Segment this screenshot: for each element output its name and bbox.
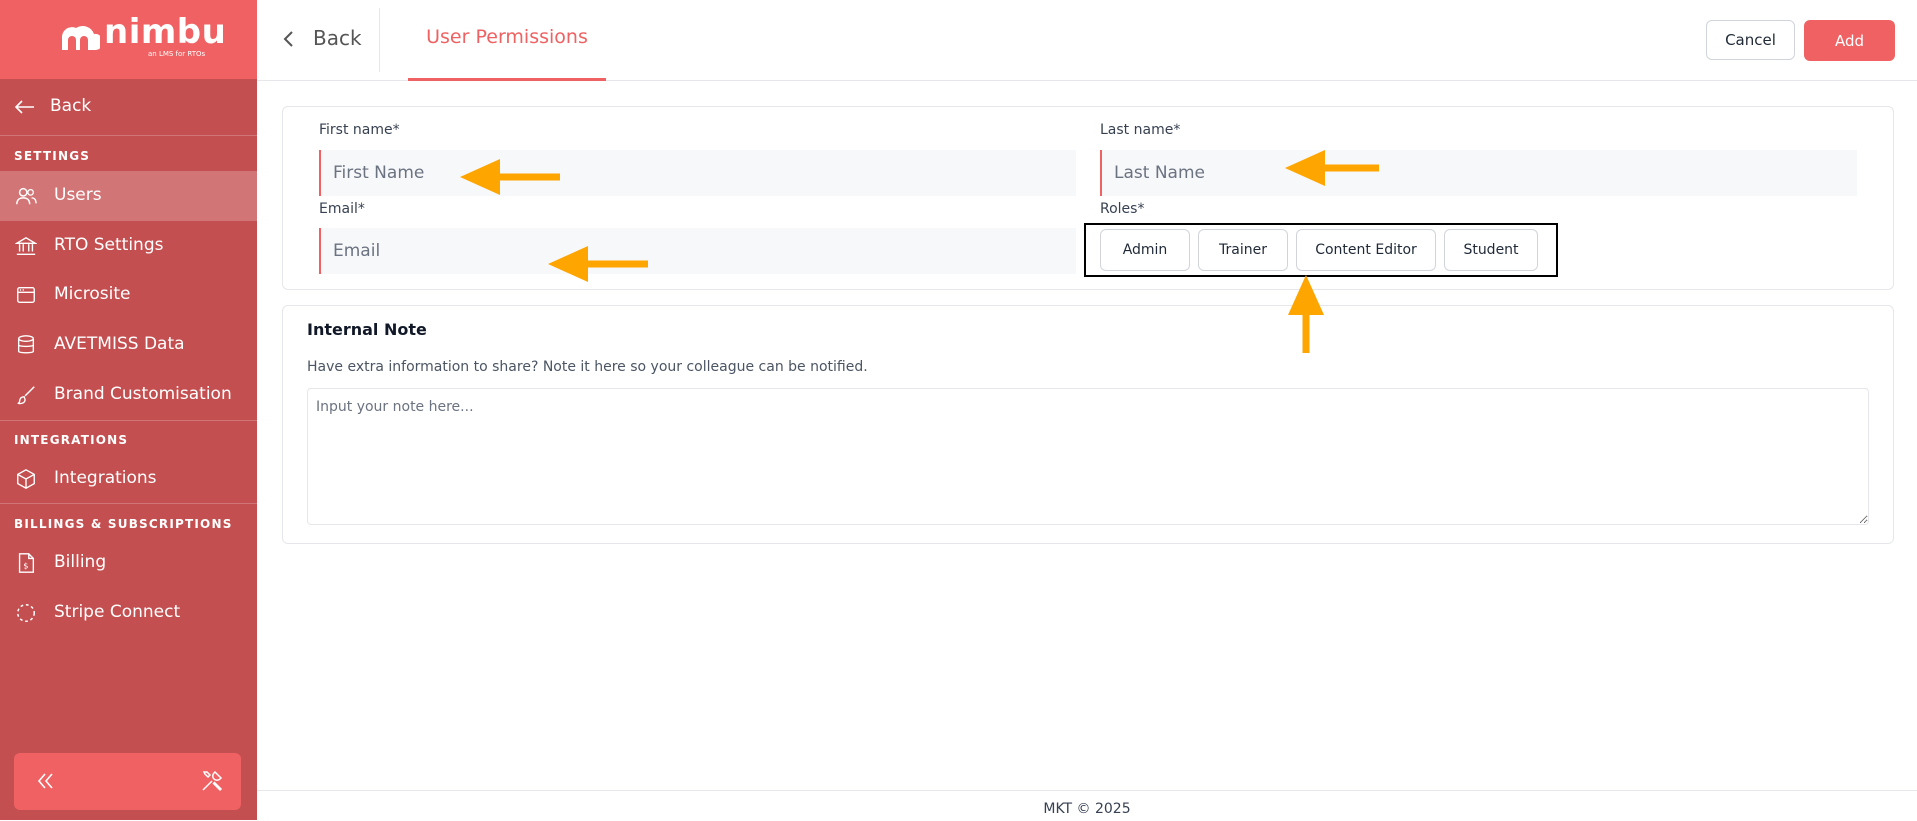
sidebar-section-integrations: INTEGRATIONS [14,433,129,447]
paintbrush-icon [17,386,35,405]
sidebar-item-microsite[interactable]: Microsite [0,270,257,320]
brand-tagline: an LMS for RTOs [148,50,206,58]
topbar: Back User Permissions Cancel Add [257,0,1917,81]
sidebar-item-label: Stripe Connect [54,602,181,622]
sidebar-item-label: RTO Settings [54,235,164,255]
email-input[interactable] [319,228,1076,274]
last-name-label: Last name* [1100,122,1181,138]
sidebar-back-link[interactable]: Back [0,88,257,126]
dashed-circle-icon [17,604,35,622]
chevron-left-icon [283,31,293,47]
database-icon [17,335,35,354]
sidebar-bottom-bar [14,753,241,810]
sidebar-back-label: Back [50,96,92,116]
sidebar-item-integrations[interactable]: Integrations [0,454,257,504]
tools-icon[interactable] [200,769,224,793]
annotation-arrow-left-icon [548,246,648,282]
role-trainer-button[interactable]: Trainer [1198,229,1288,271]
sidebar-item-label: AVETMISS Data [54,334,185,354]
role-content-editor-button[interactable]: Content Editor [1296,229,1436,271]
browser-window-icon [17,286,35,304]
footer-copyright: MKT © 2025 [1043,801,1131,817]
roles-label: Roles* [1100,201,1145,217]
topbar-separator [379,8,380,72]
arrow-left-icon [14,100,34,114]
last-name-input[interactable] [1100,150,1857,196]
add-button[interactable]: Add [1804,20,1895,61]
internal-note-help: Have extra information to share? Note it… [307,359,868,375]
internal-note-textarea[interactable] [307,388,1869,525]
sidebar-section-settings: SETTINGS [14,149,91,163]
cancel-button[interactable]: Cancel [1706,20,1795,60]
svg-text:$: $ [23,561,28,571]
sidebar-divider [0,503,257,504]
sidebar-item-stripe-connect[interactable]: Stripe Connect [0,588,257,638]
logo-area: nimbu an LMS for RTOs [0,0,257,79]
role-student-button[interactable]: Student [1444,229,1538,271]
sidebar-item-label: Billing [54,552,107,572]
annotation-arrow-left-icon [460,159,560,195]
sidebar-item-label: Integrations [54,468,157,488]
first-name-input[interactable] [319,150,1076,196]
annotation-arrow-left-icon [1285,150,1379,186]
annotation-arrow-up-icon [1288,275,1324,353]
internal-note-title: Internal Note [307,320,427,339]
cube-icon [17,469,35,489]
bank-icon [15,236,37,255]
brand-name: nimbu [104,12,227,52]
tab-user-permissions[interactable]: User Permissions [408,0,606,81]
sidebar-item-label: Microsite [54,284,131,304]
sidebar-divider [0,420,257,421]
top-back-label: Back [313,26,362,50]
sidebar-item-billing[interactable]: $ Billing [0,538,257,588]
role-admin-button[interactable]: Admin [1100,229,1190,271]
invoice-dollar-icon: $ [18,553,35,573]
sidebar-item-brand-customisation[interactable]: Brand Customisation [0,370,257,420]
sidebar-item-label: Brand Customisation [54,384,232,404]
sidebar-item-rto-settings[interactable]: RTO Settings [0,221,257,271]
nimbu-cloud-logo-icon [61,26,100,50]
sidebar-section-billings: BILLINGS & SUBSCRIPTIONS [14,517,233,531]
double-chevron-left-icon[interactable] [34,770,56,792]
tab-label: User Permissions [426,26,588,48]
sidebar-item-users[interactable]: Users [0,171,257,221]
first-name-label: First name* [319,122,400,138]
email-label: Email* [319,201,365,217]
sidebar-item-label: Users [54,185,102,205]
sidebar: nimbu an LMS for RTOs Back SETTINGS User… [0,0,257,820]
footer: MKT © 2025 [257,790,1917,821]
users-icon [16,187,37,205]
sidebar-divider [0,135,257,136]
sidebar-item-avetmiss-data[interactable]: AVETMISS Data [0,320,257,370]
